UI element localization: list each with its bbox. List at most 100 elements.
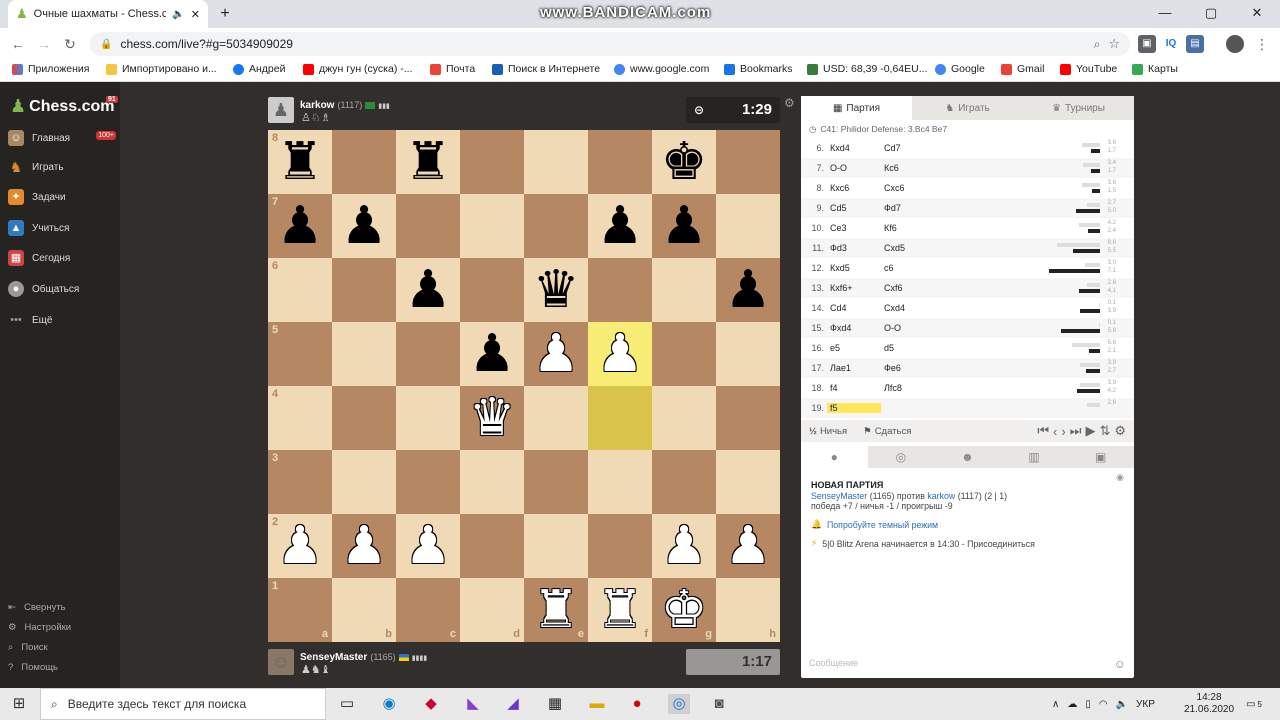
forward-icon[interactable]: → — [34, 34, 54, 54]
white-pawn-icon[interactable]: ♟ — [405, 520, 452, 572]
tab-chat[interactable]: ● — [801, 446, 868, 468]
black-queen-icon[interactable]: ♛ — [533, 264, 580, 316]
app-icon[interactable]: ◆ — [420, 694, 442, 714]
notification-center[interactable]: ▭ 5 — [1246, 688, 1262, 720]
square-b3[interactable] — [332, 450, 396, 514]
black-move[interactable]: Фe6 — [881, 363, 935, 373]
square-c3[interactable] — [396, 450, 460, 514]
square-d6[interactable] — [460, 258, 524, 322]
square-a7[interactable]: 7 ♟ — [268, 194, 332, 258]
square-c5[interactable] — [396, 322, 460, 386]
camera-icon[interactable]: ◙ — [708, 694, 730, 714]
black-move[interactable]: Фd7 — [881, 203, 935, 213]
opening-name[interactable]: ◷ C41: Philidor Defense: 3.Bc4 Be7 — [809, 124, 947, 135]
square-f8[interactable] — [588, 130, 652, 194]
black-king-icon[interactable]: ♚ — [661, 136, 708, 188]
white-pawn-icon[interactable]: ♟ — [597, 328, 644, 380]
square-h5[interactable] — [716, 322, 780, 386]
tab-events[interactable]: ▣ — [1067, 446, 1134, 468]
bandicam-icon[interactable]: ● — [626, 694, 648, 714]
square-g1[interactable]: g ♚ — [652, 578, 716, 642]
bookmark-gmail[interactable]: Gmail — [1001, 63, 1044, 75]
tab-close-icon[interactable]: ✕ — [191, 8, 200, 21]
square-c6[interactable]: ♟ — [396, 258, 460, 322]
settings-gear-icon[interactable]: ⚙ — [1114, 423, 1126, 439]
bookmark-maps[interactable]: Карты — [1132, 63, 1178, 75]
square-h1[interactable]: h — [716, 578, 780, 642]
bookmark-google[interactable]: Google — [935, 63, 985, 75]
square-e7[interactable] — [524, 194, 588, 258]
square-d3[interactable] — [460, 450, 524, 514]
draw-button[interactable]: ½ Ничья — [809, 426, 847, 437]
square-c4[interactable] — [396, 386, 460, 450]
arena-link[interactable]: 5|0 Blitz Arena начинается в 14:30 - При… — [822, 539, 1035, 549]
star-icon[interactable]: ☆ — [1108, 36, 1120, 52]
bookmark-search[interactable]: Поиск в Интернете — [492, 63, 600, 75]
square-c1[interactable]: c — [396, 578, 460, 642]
white-move[interactable]: Кxf6+ — [827, 283, 881, 293]
chess-board[interactable]: 8 ♜ ♜ ♚ 7 ♟ ♟ ♟ ♟ 6 ♟ ♛ ♟ 5 ♟ ♟ ♟ 4 ♛ 3 2 ♟ ♟ ♟ ♟ ♟ 1 a b c d e ♜ f ♜ g ♚ h — [268, 130, 780, 642]
clock-display[interactable]: 14:28 21.06.2020 — [1184, 688, 1234, 720]
black-move[interactable]: d5 — [881, 343, 935, 353]
square-a5[interactable]: 5 — [268, 322, 332, 386]
square-f6[interactable] — [588, 258, 652, 322]
black-pawn-icon[interactable]: ♟ — [469, 328, 516, 380]
white-move[interactable]: Лae1 — [827, 363, 881, 373]
taskbar-search[interactable]: ⌕ Введите здесь текст для поиска — [40, 688, 326, 720]
square-f4[interactable] — [588, 386, 652, 450]
white-pawn-icon[interactable]: ♟ — [725, 520, 772, 572]
board-settings-icon[interactable]: ⚙ — [784, 96, 795, 110]
bottom-player-avatar[interactable]: ☺ — [268, 649, 294, 675]
square-d2[interactable] — [460, 514, 524, 578]
close-window-button[interactable]: ✕ — [1234, 0, 1280, 28]
black-pawn-icon[interactable]: ♟ — [725, 264, 772, 316]
square-g3[interactable] — [652, 450, 716, 514]
profile-avatar[interactable] — [1226, 35, 1244, 53]
black-move[interactable]: Сxd5 — [881, 243, 935, 253]
windows-start-icon[interactable]: ⊞ — [8, 694, 30, 714]
black-move[interactable]: Кf6 — [881, 223, 935, 233]
chrome-icon[interactable]: ◎ — [668, 694, 690, 714]
square-h7[interactable] — [716, 194, 780, 258]
square-e8[interactable] — [524, 130, 588, 194]
last-move-icon[interactable]: ⏭ — [1070, 423, 1082, 439]
square-c2[interactable]: ♟ — [396, 514, 460, 578]
sidebar-collapse[interactable]: ⇤ Свернуть — [8, 598, 118, 616]
next-move-icon[interactable]: › — [1061, 424, 1065, 439]
black-move[interactable]: c6 — [881, 263, 935, 273]
white-rook-icon[interactable]: ♜ — [533, 584, 580, 636]
white-move[interactable]: O-O — [827, 163, 881, 173]
square-d1[interactable]: d — [460, 578, 524, 642]
bookmark-mail[interactable]: Почта — [430, 63, 475, 75]
square-f7[interactable]: ♟ — [588, 194, 652, 258]
tab-players[interactable]: ☻ — [934, 446, 1001, 468]
square-a2[interactable]: 2 ♟ — [268, 514, 332, 578]
black-pawn-icon[interactable]: ♟ — [597, 200, 644, 252]
white-king-icon[interactable]: ♚ — [661, 584, 708, 636]
square-a4[interactable]: 4 — [268, 386, 332, 450]
black-move[interactable]: Сd7 — [881, 143, 935, 153]
white-move[interactable]: Фxd4 — [827, 323, 881, 333]
white-move[interactable]: f4 — [827, 383, 881, 393]
square-h8[interactable] — [716, 130, 780, 194]
volume-icon[interactable]: 🔈 — [1116, 699, 1128, 710]
opponent-link[interactable]: karkow — [927, 491, 955, 501]
iq-extension-icon[interactable]: IQ — [1162, 35, 1180, 53]
tab-stats[interactable]: ▥ — [1001, 446, 1068, 468]
visual-studio-icon[interactable]: ◣ — [462, 694, 484, 714]
battery-icon[interactable]: ▯ — [1085, 699, 1091, 710]
black-move[interactable]: Сxf6 — [881, 283, 935, 293]
square-b8[interactable] — [332, 130, 396, 194]
sidebar-item-social[interactable]: ● Общаться — [8, 279, 118, 299]
white-move[interactable]: Кxc6 — [827, 183, 881, 193]
bookmark-youtube-1[interactable]: джун гун (суска) -... — [303, 63, 413, 75]
black-move[interactable]: Сxd4 — [881, 303, 935, 313]
square-e2[interactable] — [524, 514, 588, 578]
white-pawn-icon[interactable]: ♟ — [533, 328, 580, 380]
black-move[interactable]: Лfc8 — [881, 383, 935, 393]
address-bar[interactable]: 🔒 chess.com/live?#g=5034909029 ⌕ ☆ — [90, 32, 1130, 56]
language-indicator[interactable]: УКР — [1136, 699, 1155, 710]
square-c7[interactable] — [396, 194, 460, 258]
sidebar-settings[interactable]: ⚙ Настройки — [8, 618, 118, 636]
tab-game[interactable]: ▦ Партия — [801, 96, 912, 120]
